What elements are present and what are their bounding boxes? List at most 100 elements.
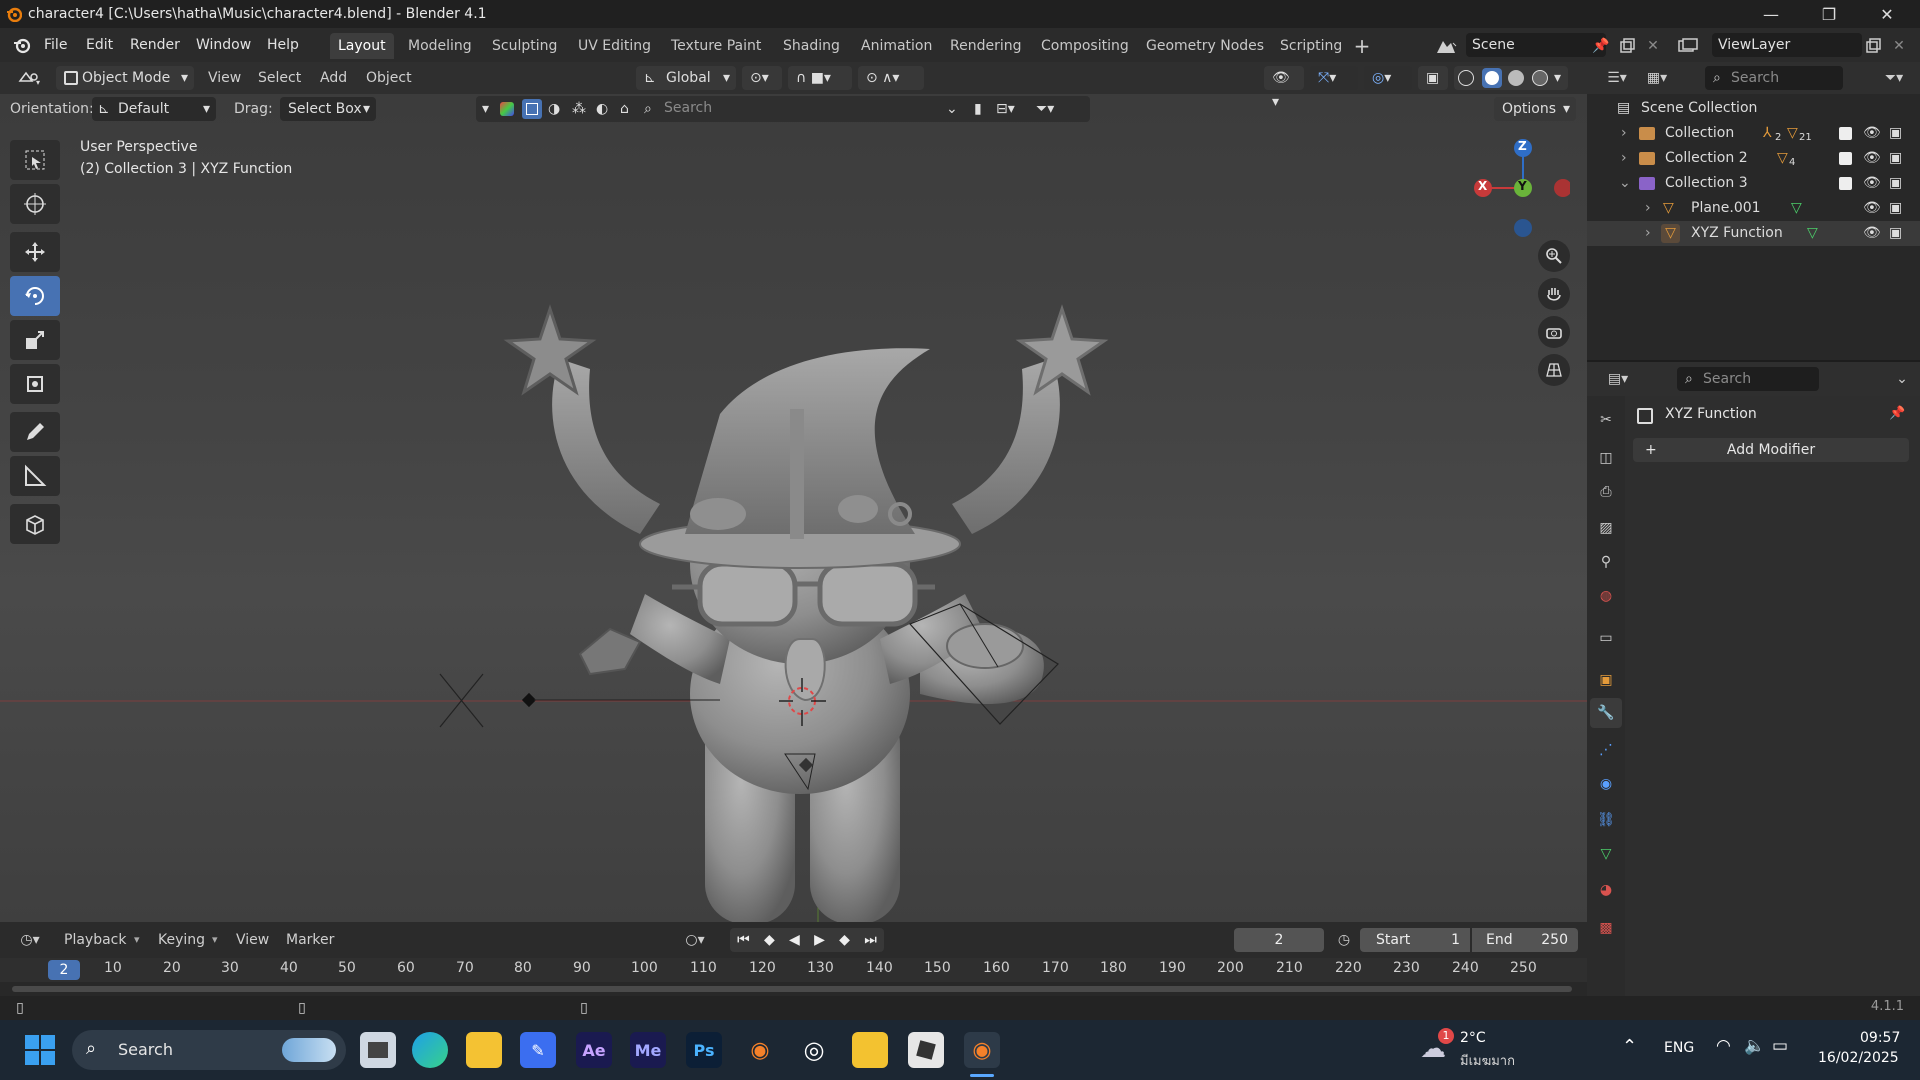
data-tab-icon[interactable]: ▽ <box>1594 842 1618 866</box>
drag-dropdown[interactable]: Select Box ▾ <box>280 97 376 121</box>
properties-editor-icon[interactable]: ▤▾ <box>1599 367 1637 391</box>
perspective-toggle-icon[interactable] <box>1538 354 1570 386</box>
maximize-button[interactable]: ❐ <box>1800 0 1858 28</box>
new-scene-icon[interactable] <box>1616 35 1638 57</box>
timeline-ruler[interactable]: 2 10 20 30 40 50 60 70 80 90 100 110 120 130 140 150 16… <box>0 958 1587 982</box>
expand-collection-icon[interactable]: › <box>1621 121 1627 146</box>
gizmo-toggle[interactable]: ⤧▾ <box>1310 66 1358 90</box>
expand-collection-2-icon[interactable]: › <box>1621 146 1627 171</box>
expand-plane-icon[interactable]: › <box>1645 196 1651 221</box>
filter-search-input[interactable]: Search <box>664 96 712 120</box>
clock-time[interactable]: 09:57 <box>1860 1030 1900 1046</box>
menu-view[interactable]: View <box>208 66 241 90</box>
pivot-point-dropdown[interactable]: ⊙▾ <box>742 66 782 90</box>
collapse-collection-3-icon[interactable]: ⌄ <box>1619 171 1631 196</box>
filter-expand-icon[interactable]: ▾ <box>482 97 489 121</box>
texture-tab-icon[interactable]: ▩ <box>1594 916 1618 940</box>
minimize-button[interactable]: — <box>1742 0 1800 28</box>
particles-tab-icon[interactable]: ⋰ <box>1594 738 1618 762</box>
navigation-gizmo[interactable]: Z X Y <box>1470 136 1570 246</box>
collection-render-icon[interactable]: ▣ <box>1889 121 1902 146</box>
play-icon[interactable]: ▶ <box>814 932 825 948</box>
menu-select[interactable]: Select <box>258 66 301 90</box>
properties-search-field[interactable]: ⌕ Search <box>1677 367 1819 391</box>
clock-date[interactable]: 16/02/2025 <box>1818 1050 1899 1066</box>
modifier-tab-wrench-icon[interactable]: 🔧 <box>1590 698 1622 728</box>
funnel-dropdown-icon[interactable]: ⌄ <box>946 97 958 121</box>
delete-scene-icon[interactable]: ✕ <box>1642 35 1664 57</box>
delete-view-layer-icon[interactable]: ✕ <box>1888 35 1910 57</box>
add-workspace-icon[interactable]: + <box>1352 34 1372 58</box>
tab-animation[interactable]: Animation <box>853 33 940 59</box>
tab-rendering[interactable]: Rendering <box>942 33 1030 59</box>
outliner-editor-icon[interactable]: ☰▾ <box>1599 66 1635 90</box>
scale-tool[interactable] <box>10 320 60 360</box>
particles-icon[interactable]: ⁂ <box>572 97 586 121</box>
scene-tab-icon[interactable]: ⚲ <box>1594 550 1618 574</box>
proportional-editing-toggle[interactable]: ⊙ ∧▾ <box>858 66 924 90</box>
display-mode-icon[interactable]: ▦▾ <box>1639 66 1675 90</box>
shading-options-icon[interactable]: ▾ <box>1554 66 1561 90</box>
constraints-tab-icon[interactable]: ⛓ <box>1594 808 1618 832</box>
rendered-shading-icon[interactable] <box>1532 70 1548 86</box>
tab-layout[interactable]: Layout <box>330 33 394 59</box>
transform-orientation-dropdown[interactable]: ⊾ Global ▾ <box>636 66 736 90</box>
physics-tab-icon[interactable]: ◉ <box>1594 772 1618 796</box>
edge-browser-icon[interactable] <box>412 1032 448 1068</box>
sticky-notes-icon[interactable] <box>852 1032 888 1068</box>
menu-timeline-view[interactable]: View <box>236 928 269 952</box>
object-type-mesh-button[interactable] <box>522 99 542 119</box>
timeline-scroll-thumb[interactable] <box>12 986 1572 992</box>
battery-icon[interactable]: ▭ <box>1772 1036 1788 1056</box>
bookmark-icon[interactable]: ▮ <box>974 97 982 121</box>
menu-keying[interactable]: Keying <box>158 928 205 952</box>
next-keyframe-icon[interactable]: ◆ <box>839 932 850 948</box>
auto-keying-icon[interactable]: ○▾ <box>678 930 712 950</box>
xray-toggle[interactable]: ▣ <box>1418 66 1448 90</box>
menu-edit[interactable]: Edit <box>86 34 113 56</box>
measure-tool[interactable] <box>10 456 60 496</box>
outliner-row-scene-collection[interactable]: ▤ Scene Collection <box>1587 96 1920 121</box>
collection-2-render-icon[interactable]: ▣ <box>1889 146 1902 171</box>
tab-sculpting[interactable]: Sculpting <box>484 33 565 59</box>
keying-dropdown-icon[interactable]: ▾ <box>212 928 218 952</box>
pin-icon[interactable]: 📌 <box>1889 406 1905 421</box>
menu-help[interactable]: Help <box>267 34 299 56</box>
tab-texture-paint[interactable]: Texture Paint <box>663 33 769 59</box>
close-button[interactable]: ✕ <box>1858 0 1916 28</box>
outliner-row-collection-3[interactable]: ⌄ Collection 3 👁 ▣ <box>1587 171 1920 196</box>
media-encoder-icon[interactable]: Me <box>630 1032 666 1068</box>
properties-options-icon[interactable]: ⌄ <box>1891 367 1913 391</box>
collection-2-checkbox[interactable] <box>1839 152 1852 165</box>
blender-taskbar-icon[interactable]: ◉ <box>742 1032 778 1068</box>
object-tab-icon[interactable]: ▣ <box>1594 668 1618 692</box>
camera-view-icon[interactable] <box>1538 316 1570 348</box>
outliner-row-collection[interactable]: › Collection ⅄ 2 ▽ 21 👁 ▣ <box>1587 121 1920 146</box>
object-mode-dropdown[interactable]: Object Mode ▾ <box>56 66 194 90</box>
current-frame-field[interactable]: 2 <box>1234 928 1324 952</box>
xyz-render-icon[interactable]: ▣ <box>1889 221 1902 246</box>
collection-tab-icon[interactable]: ▭ <box>1594 626 1618 650</box>
taskbar-search-box[interactable]: ⌕ Search <box>72 1030 346 1070</box>
material-shading-icon[interactable] <box>1508 70 1524 86</box>
rotate-tool[interactable] <box>10 276 60 316</box>
playhead[interactable]: 2 <box>48 960 80 980</box>
pin-scene-icon[interactable]: 📌 <box>1590 35 1612 57</box>
options-dropdown[interactable]: Options ▾ <box>1494 97 1576 121</box>
timeline-editor-icon[interactable]: ◷▾ <box>12 928 48 952</box>
orientation-dropdown[interactable]: ⊾ Default ▾ <box>92 97 216 121</box>
menu-marker[interactable]: Marker <box>286 928 334 952</box>
output-tab-icon[interactable]: ⎙ <box>1594 480 1618 504</box>
collection-3-visibility-icon[interactable]: 👁 <box>1863 171 1881 196</box>
tab-geometry-nodes[interactable]: Geometry Nodes <box>1138 33 1272 59</box>
world-tab-icon[interactable]: ◍ <box>1594 584 1618 608</box>
new-view-layer-icon[interactable] <box>1862 35 1884 57</box>
visibility-dropdown[interactable]: 👁▾ <box>1264 66 1304 110</box>
menu-file[interactable]: File <box>44 34 67 56</box>
end-frame-field[interactable]: End 250 <box>1472 928 1578 952</box>
preview-range-clock-icon[interactable]: ◷ <box>1332 928 1356 952</box>
annotate-tool[interactable] <box>10 412 60 452</box>
scene-field[interactable]: Scene <box>1466 33 1606 57</box>
photoshop-icon[interactable]: Ps <box>686 1032 722 1068</box>
after-effects-icon[interactable]: Ae <box>576 1032 612 1068</box>
